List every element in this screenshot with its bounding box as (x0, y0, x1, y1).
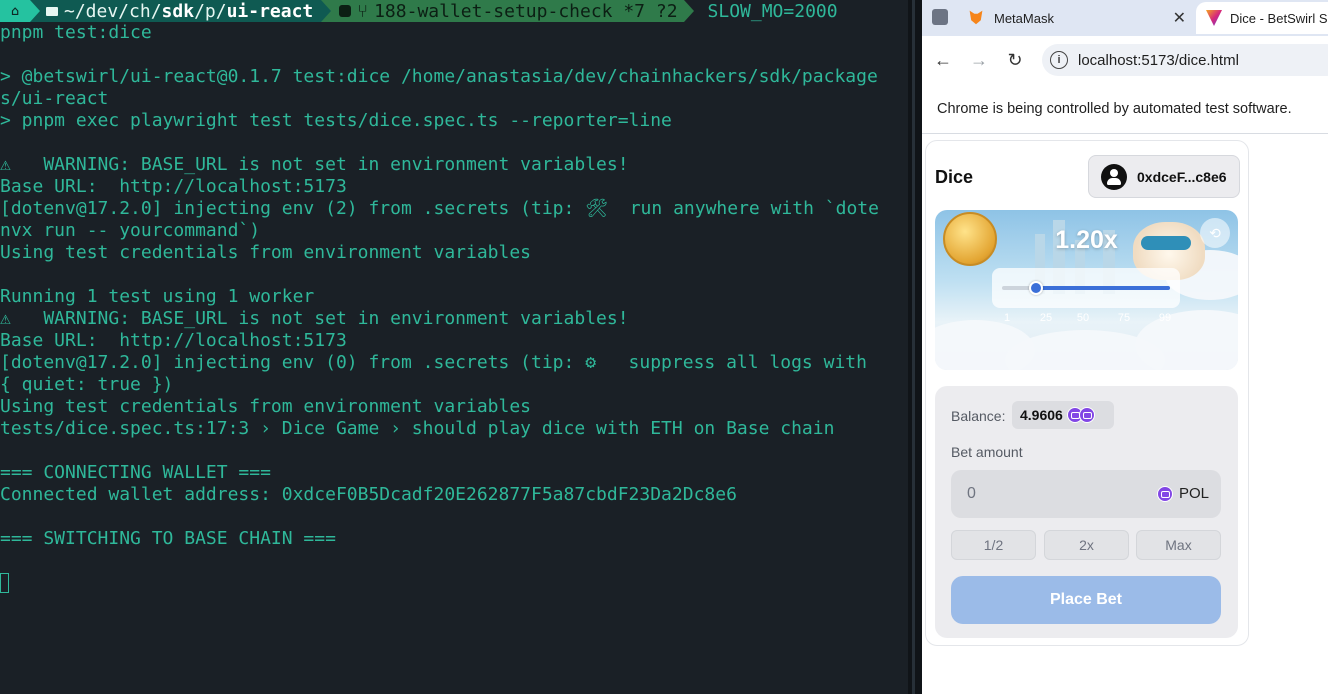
shell-prompt: ⌂ ~/dev/ch/sdk/p/ui-react ⑂ 188-wallet-s… (0, 0, 908, 22)
slider-fill (1035, 286, 1170, 290)
balance-label: Balance: (951, 408, 1006, 424)
terminal-line: Base URL: http://localhost:5173 (0, 176, 347, 197)
path-prefix: ~/dev/ch/ (64, 0, 162, 22)
github-icon (339, 5, 352, 17)
balance-value: 4.9606 (1020, 407, 1063, 423)
browser-toolbar: ← → ↻ i localhost:5173/dice.html (922, 36, 1328, 84)
bet-panel: Balance: 4.9606 Bet amount 0 POL 1/2 2x … (935, 386, 1238, 638)
terminal-cursor (0, 573, 9, 593)
terminal-line: > pnpm exec playwright test tests/dice.s… (0, 110, 672, 131)
branch-name: 188-wallet-setup-check *7 ?2 (374, 0, 678, 22)
place-bet-button[interactable]: Place Bet (951, 576, 1221, 624)
prompt-separator (321, 0, 332, 22)
site-info-icon[interactable]: i (1050, 51, 1068, 69)
token-symbol: POL (1178, 485, 1209, 502)
terminal-line: ⚠ WARNING: BASE_URL is not set in enviro… (0, 154, 629, 175)
infobar-text: Chrome is being controlled by automated … (937, 100, 1292, 117)
browser-window: MetaMask ✕ Dice - BetSwirl S ← → ↻ i loc… (922, 0, 1328, 694)
slider-tick: 99 (1158, 312, 1172, 324)
slider-tick: 25 (1039, 312, 1053, 324)
game-title: Dice (935, 167, 974, 187)
folder-icon (46, 6, 58, 16)
slider-tick: 50 (1076, 312, 1090, 324)
prompt-env: SLOW_MO=2000 (707, 0, 838, 22)
address-bar[interactable]: i localhost:5173/dice.html (1042, 44, 1328, 76)
tab-label: Dice - BetSwirl S (1230, 10, 1328, 26)
slider-tick: 75 (1117, 312, 1131, 324)
page-content: Dice 0xdceF...c8e6 ⟲ 1.20x 1 25 50 75 99… (922, 135, 1328, 694)
max-bet-button[interactable]: Max (1136, 530, 1221, 560)
prompt-separator (30, 0, 40, 22)
half-bet-button[interactable]: 1/2 (951, 530, 1036, 560)
path-sdk: sdk (161, 0, 195, 22)
slider-tick: 1 (1003, 312, 1011, 324)
close-icon[interactable]: ✕ (1173, 8, 1186, 28)
double-bet-button[interactable]: 2x (1044, 530, 1129, 560)
reload-icon[interactable]: ↻ (997, 42, 1033, 78)
terminal-line: Using test credentials from environment … (0, 242, 532, 263)
pol-token-icon (1156, 485, 1173, 502)
terminal-line: s/ui-react (0, 88, 109, 109)
bet-amount-label: Bet amount (951, 444, 1023, 460)
terminal-line: [dotenv@17.2.0] injecting env (2) from .… (0, 198, 879, 219)
terminal-line: === CONNECTING WALLET === (0, 462, 271, 483)
automation-infobar: Chrome is being controlled by automated … (922, 84, 1328, 134)
dice-game-card: Dice 0xdceF...c8e6 ⟲ 1.20x 1 25 50 75 99… (925, 140, 1249, 646)
wallet-button[interactable]: 0xdceF...c8e6 (1088, 155, 1240, 198)
terminal-line: === SWITCHING TO BASE CHAIN === (0, 528, 336, 549)
prompt-separator (683, 0, 694, 22)
forward-arrow-icon[interactable]: → (961, 42, 997, 78)
terminal-line: Using test credentials from environment … (0, 396, 532, 417)
terminal-line: pnpm test:dice (0, 22, 152, 43)
avatar-icon (1101, 163, 1127, 190)
os-logo-icon: ⌂ (0, 0, 30, 22)
path-mid: /p/ (194, 0, 227, 22)
bet-amount-value: 0 (967, 485, 976, 502)
cloud-shape (1135, 310, 1238, 370)
token-selector[interactable]: POL (1156, 485, 1209, 502)
terminal-line: Running 1 test using 1 worker (0, 286, 315, 307)
terminal-line: tests/dice.spec.ts:17:3 › Dice Game › sh… (0, 418, 835, 439)
balance-badge: 4.9606 (1012, 401, 1114, 429)
terminal-line: ⚠ WARNING: BASE_URL is not set in enviro… (0, 308, 629, 329)
tab-dice[interactable]: Dice - BetSwirl S (1196, 2, 1328, 34)
terminal-cursor-line (0, 572, 908, 594)
tab-label: MetaMask (994, 10, 1054, 26)
branch-icon: ⑂ (357, 0, 369, 22)
slider-thumb[interactable] (1028, 281, 1043, 295)
pane-divider[interactable] (908, 0, 922, 694)
terminal-line: Connected wallet address: 0xdceF0B5Dcadf… (0, 484, 737, 505)
terminal-line: [dotenv@17.2.0] injecting env (0) from .… (0, 352, 867, 373)
terminal-window[interactable]: ⌂ ~/dev/ch/sdk/p/ui-react ⑂ 188-wallet-s… (0, 0, 908, 694)
tab-metamask[interactable]: MetaMask ✕ (922, 2, 1196, 34)
betswirl-icon (1206, 10, 1222, 26)
multiplier-value: 1.20x (1055, 226, 1118, 254)
roll-slider[interactable] (992, 268, 1180, 308)
bet-amount-input[interactable]: 0 POL (951, 470, 1221, 518)
prompt-path: ~/dev/ch/sdk/p/ui-react (40, 0, 322, 22)
tab-bar: MetaMask ✕ Dice - BetSwirl S (922, 0, 1328, 36)
terminal-line: Base URL: http://localhost:5173 (0, 330, 347, 351)
terminal-line: nvx run -- yourcommand`) (0, 220, 261, 241)
prompt-git-branch: ⑂ 188-wallet-setup-check *7 ?2 (331, 0, 684, 22)
game-scene: ⟲ 1.20x 1 25 50 75 99 (935, 210, 1238, 370)
path-ui-react: ui-react (226, 0, 314, 22)
back-arrow-icon[interactable]: ← (925, 42, 961, 78)
wallet-address: 0xdceF...c8e6 (1137, 168, 1227, 185)
terminal-line: { quiet: true }) (0, 374, 174, 395)
url-text: localhost:5173/dice.html (1078, 51, 1239, 69)
terminal-line: > @betswirl/ui-react@0.1.7 test:dice /ho… (0, 66, 878, 87)
pol-chain-icon (1078, 407, 1095, 423)
terminal-output: pnpm test:dice > @betswirl/ui-react@0.1.7… (0, 22, 908, 594)
